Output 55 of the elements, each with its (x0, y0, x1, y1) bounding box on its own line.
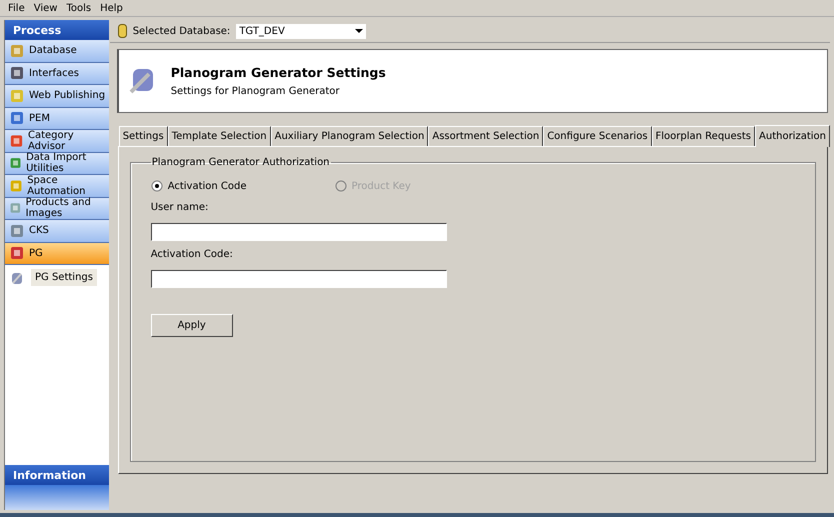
nav-item[interactable]: CKS (5, 220, 109, 242)
tab[interactable]: Auxiliary Planogram Selection (270, 126, 428, 146)
nav-item[interactable]: Category Advisor (5, 130, 109, 152)
input-field[interactable] (150, 270, 447, 288)
nav-item[interactable]: PEM (5, 108, 109, 130)
app-icon (9, 222, 25, 239)
app-icon (9, 245, 25, 262)
app-icon (9, 65, 25, 82)
menu-item[interactable]: Help (100, 2, 123, 14)
radio-button[interactable] (150, 180, 163, 192)
menu-item[interactable]: Tools (66, 2, 92, 14)
nav-label: Interfaces (29, 68, 79, 79)
nav-label: Web Publishing (29, 90, 106, 102)
radio-label: Activation Code (168, 180, 247, 192)
nav-item[interactable]: Data Import Utilities (5, 152, 109, 175)
tab[interactable]: Authorization (755, 125, 830, 147)
nav-item[interactable]: Web Publishing (5, 85, 109, 108)
nav-item[interactable]: Interfaces (5, 62, 109, 85)
info-header: Information (5, 465, 109, 485)
header-subtitle: Settings for Planogram Generator (170, 86, 340, 97)
nav-label: Database (29, 45, 77, 56)
sidebar-header: Process (5, 20, 109, 40)
tab[interactable]: Floorplan Requests (652, 126, 756, 146)
app-icon (9, 110, 25, 126)
nav-label: CKS (29, 225, 49, 236)
nav-label: PEM (29, 112, 50, 124)
field-label: Activation Code: (150, 249, 234, 260)
tree-item[interactable]: PG Settings (31, 269, 97, 286)
nav-label: Space Automation (27, 174, 86, 197)
nav-item[interactable]: PG (5, 242, 109, 265)
tab[interactable]: Template Selection (168, 126, 271, 146)
app-icon (9, 132, 24, 149)
apply-button[interactable]: Apply (150, 314, 233, 337)
app-icon (9, 42, 25, 59)
nav-label: Category Advisor (28, 130, 75, 152)
nav-label: Products and Images (26, 197, 92, 220)
nav-label: PG (29, 248, 43, 259)
header-title: Planogram Generator Settings (170, 65, 386, 80)
nav-label: Data Import Utilities (26, 152, 88, 174)
input-field[interactable] (150, 223, 447, 241)
nav-item[interactable]: Space Automation (5, 175, 109, 198)
tab[interactable]: Settings (118, 126, 168, 146)
group-title: Planogram Generator Authorization (150, 157, 331, 168)
field-label: User name: (150, 202, 210, 213)
database-icon (118, 24, 127, 38)
menu-item[interactable]: View (34, 2, 58, 14)
tab[interactable]: Configure Scenarios (543, 126, 652, 146)
nav-item[interactable]: Database (5, 40, 109, 62)
tab[interactable]: Assortment Selection (428, 126, 544, 146)
app-icon (9, 88, 25, 104)
database-label: Selected Database: (132, 26, 230, 36)
database-dropdown[interactable]: TGT_DEV (236, 24, 366, 38)
menu-item[interactable]: File (8, 2, 25, 14)
nav-item[interactable]: Products and Images (5, 198, 109, 220)
app-icon (9, 178, 24, 194)
